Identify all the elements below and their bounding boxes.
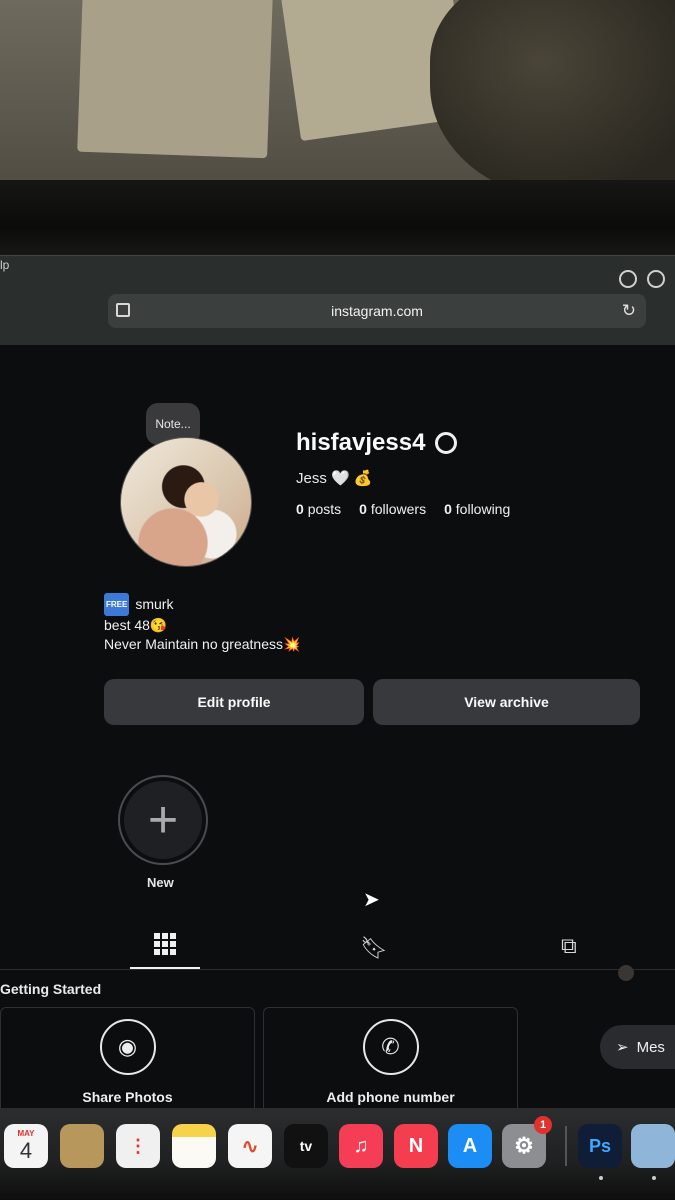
freeform-icon[interactable]: ∿: [228, 1124, 272, 1168]
tab-saved[interactable]: 🔖︎: [360, 935, 388, 961]
address-bar[interactable]: instagram.com ↻: [108, 294, 646, 328]
tab-tagged[interactable]: ⧉: [561, 933, 577, 959]
share-photos-card[interactable]: ◉ Share Photos: [0, 1007, 255, 1110]
music-icon[interactable]: ♫: [339, 1124, 383, 1168]
username: hisfavjess4: [296, 429, 426, 456]
running-indicator: [652, 1176, 656, 1180]
followers-count: 0: [359, 501, 367, 517]
view-archive-button[interactable]: View archive: [373, 679, 640, 725]
gear-icon[interactable]: [435, 432, 458, 454]
note-text: Note...: [155, 417, 191, 431]
creative-cloud-icon[interactable]: [619, 270, 637, 288]
messages-button[interactable]: ➢ Mes: [600, 1025, 675, 1069]
photoshop-label: Ps: [588, 1135, 612, 1156]
phone-icon: ✆: [362, 1019, 419, 1075]
cloth-object: [430, 0, 675, 200]
preview-icon[interactable]: [631, 1124, 675, 1168]
app-store-icon[interactable]: A: [448, 1124, 492, 1168]
following-label: following: [455, 501, 511, 517]
page-menu-icon[interactable]: [116, 303, 130, 317]
edit-profile-button[interactable]: Edit profile: [104, 679, 364, 725]
instagram-profile-page: Note... hisfavjess4 Jess 🤍 💰 0 posts 0 f…: [0, 345, 675, 1110]
mouse-cursor-icon: ➤: [363, 889, 380, 911]
tagged-user-icon: ⧉: [561, 933, 577, 958]
reload-icon[interactable]: ↻: [622, 301, 636, 321]
tab-posts[interactable]: [154, 933, 176, 955]
background-photo: [0, 0, 675, 200]
bio-line-text: smurk: [135, 596, 174, 612]
followers-stat[interactable]: 0 followers: [359, 501, 426, 517]
new-highlight-label: New: [147, 875, 174, 890]
tv-label: tv: [299, 1138, 313, 1154]
new-highlight-button[interactable]: +: [118, 775, 208, 865]
grid-icon: [154, 933, 176, 955]
play-icon[interactable]: [647, 270, 665, 288]
free-badge: FREE: [104, 593, 130, 616]
decorative-dot: [618, 965, 634, 981]
paper-object: [77, 0, 273, 159]
display-name: Jess 🤍 💰: [296, 470, 373, 487]
calendar-month: MAY: [17, 1128, 35, 1138]
card-label: Share Photos: [82, 1089, 173, 1105]
avatar[interactable]: [120, 437, 252, 567]
dock-divider: [565, 1126, 567, 1166]
card-label: Add phone number: [326, 1089, 455, 1105]
getting-started-title: Getting Started: [0, 981, 102, 997]
posts-count: 0: [296, 501, 304, 517]
posts-stat: 0 posts: [296, 501, 341, 517]
bio: FREE smurk best 48😘 Never Maintain no gre…: [104, 593, 300, 654]
following-count: 0: [444, 501, 452, 517]
contacts-icon[interactable]: [60, 1124, 104, 1168]
laptop-bezel: [0, 180, 675, 260]
messages-label: Mes: [636, 1038, 665, 1056]
photoshop-icon[interactable]: Ps: [578, 1124, 622, 1168]
followers-label: followers: [370, 501, 427, 517]
bio-line: FREE smurk: [104, 593, 300, 616]
notes-icon[interactable]: [172, 1124, 216, 1168]
following-stat[interactable]: 0 following: [444, 501, 510, 517]
reminders-icon[interactable]: ⋮: [116, 1124, 160, 1168]
menu-bar-icons: [619, 270, 665, 288]
news-icon[interactable]: N: [394, 1124, 438, 1168]
posts-label: posts: [307, 501, 342, 517]
camera-icon: ◉: [99, 1019, 156, 1075]
add-phone-card[interactable]: ✆ Add phone number: [263, 1007, 518, 1110]
apple-tv-icon[interactable]: tv: [284, 1124, 328, 1168]
send-icon: ➢: [616, 1039, 629, 1056]
dock: MAY 4 ⋮ ∿ tv ♫ N A ⚙ 1 Ps: [0, 1108, 675, 1200]
dock-calendar[interactable]: MAY 4: [4, 1124, 48, 1168]
bio-line: best 48😘: [104, 617, 168, 633]
browser-toolbar: lp instagram.com ↻: [0, 255, 675, 346]
divider: [0, 969, 675, 970]
menu-bar-fragment[interactable]: lp: [0, 258, 9, 272]
system-settings-icon[interactable]: ⚙ 1: [502, 1116, 552, 1168]
url-text: instagram.com: [331, 303, 423, 319]
profile-stats: 0 posts 0 followers 0 following: [296, 501, 510, 517]
profile-header: hisfavjess4: [296, 429, 458, 457]
bookmark-icon: 🔖︎: [360, 935, 388, 960]
bio-line: Never Maintain no greatness💥: [104, 636, 301, 652]
plus-icon: +: [124, 781, 202, 859]
calendar-day: 4: [19, 1137, 33, 1163]
running-indicator: [599, 1176, 603, 1180]
notification-badge: 1: [534, 1116, 552, 1134]
